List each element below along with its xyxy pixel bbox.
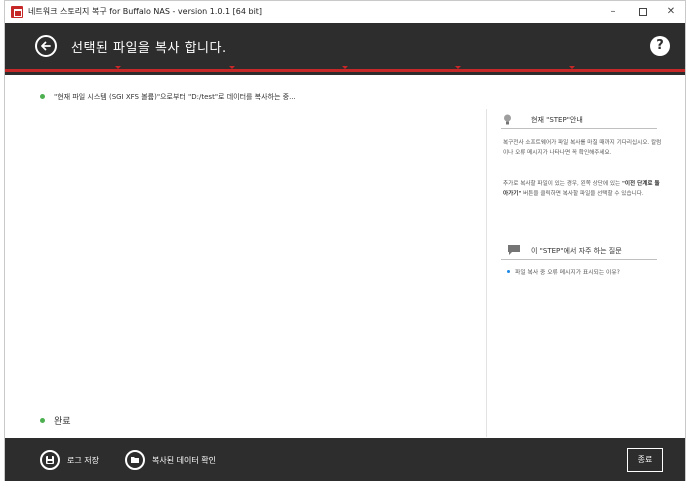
done-text: 완료 bbox=[54, 417, 71, 427]
progress-step-marker bbox=[228, 66, 235, 69]
view-copied-label: 복사된 데이터 확인 bbox=[152, 455, 216, 465]
back-arrow-icon bbox=[41, 41, 51, 51]
title-bar: 네트워크 스토리지 복구 for Buffalo NAS - version 1… bbox=[5, 1, 685, 23]
status-dot-icon bbox=[40, 93, 45, 99]
lightbulb-icon bbox=[504, 114, 511, 125]
progress-step-marker bbox=[568, 66, 575, 69]
maximize-button[interactable] bbox=[629, 4, 657, 20]
faq-header: 이 "STEP"에서 자주 하는 질문 bbox=[501, 242, 657, 260]
minimize-button[interactable]: – bbox=[599, 4, 627, 20]
progress-step-marker bbox=[115, 66, 122, 69]
faq-link[interactable]: 파일 복사 중 오류 메시지가 표시되는 이유? bbox=[507, 267, 620, 276]
progress-fill bbox=[5, 69, 685, 72]
chat-bubble-icon bbox=[508, 245, 520, 255]
folder-icon bbox=[131, 457, 139, 463]
header-bar: 선택된 파일을 복사 합니다. ? bbox=[5, 23, 685, 69]
exit-button[interactable]: 종료 bbox=[627, 448, 663, 472]
footer-bar: 로그 저장 복사된 데이터 확인 종료 bbox=[5, 438, 685, 481]
app-window: 네트워크 스토리지 복구 for Buffalo NAS - version 1… bbox=[4, 0, 686, 481]
guide-paragraph-1: 복구전사 소프트웨어가 파일 복사를 마칠 때까지 기다리십시오. 칼럼이나 오… bbox=[503, 140, 662, 156]
view-copied-data-button[interactable]: 복사된 데이터 확인 bbox=[125, 450, 216, 470]
status-dot-icon bbox=[40, 418, 45, 423]
page-title: 선택된 파일을 복사 합니다. bbox=[71, 41, 227, 56]
log-line: "현재 파일 시스템 (SGI XFS 볼륨)"으로부터 "D:/test"로 … bbox=[40, 92, 296, 102]
guide-text: 추가로 복사할 파일이 있는 경우, 왼쪽 상단에 있는 bbox=[503, 181, 622, 187]
help-sidebar: 현재 "STEP"안내 복구전사 소프트웨어가 파일 복사를 마칠 때까지 기다… bbox=[486, 109, 666, 437]
app-logo-icon bbox=[11, 6, 23, 18]
close-window-button[interactable]: ✕ bbox=[657, 4, 685, 20]
faq-title: 이 "STEP"에서 자주 하는 질문 bbox=[531, 247, 622, 255]
guide-header: 현재 "STEP"안내 bbox=[501, 113, 657, 129]
save-icon-circle bbox=[40, 450, 60, 470]
help-button[interactable]: ? bbox=[650, 36, 670, 56]
save-log-label: 로그 저장 bbox=[67, 455, 99, 465]
done-line: 완료 bbox=[40, 414, 71, 427]
progress-step-marker bbox=[455, 66, 462, 69]
maximize-icon bbox=[639, 8, 647, 16]
guide-title: 현재 "STEP"안내 bbox=[531, 116, 583, 124]
back-button[interactable] bbox=[35, 35, 57, 57]
faq-link-text[interactable]: 파일 복사 중 오류 메시지가 표시되는 이유? bbox=[515, 270, 620, 276]
floppy-disk-icon bbox=[46, 456, 54, 464]
guide-text: 버튼을 클릭하면 복사할 파일을 선택할 수 있습니다. bbox=[521, 190, 644, 197]
progress-step-marker bbox=[342, 66, 348, 69]
window-title: 네트워크 스토리지 복구 for Buffalo NAS - version 1… bbox=[28, 7, 263, 16]
folder-icon-circle bbox=[125, 450, 145, 470]
main-content: "현재 파일 시스템 (SGI XFS 볼륨)"으로부터 "D:/test"로 … bbox=[5, 75, 685, 438]
guide-paragraph-2: 추가로 복사할 파일이 있는 경우, 왼쪽 상단에 있는 "이전 단계로 돌아가… bbox=[503, 180, 663, 199]
log-text: "현재 파일 시스템 (SGI XFS 볼륨)"으로부터 "D:/test"로 … bbox=[54, 93, 296, 101]
faq-bullet-icon bbox=[507, 270, 510, 273]
save-log-button[interactable]: 로그 저장 bbox=[40, 450, 99, 470]
